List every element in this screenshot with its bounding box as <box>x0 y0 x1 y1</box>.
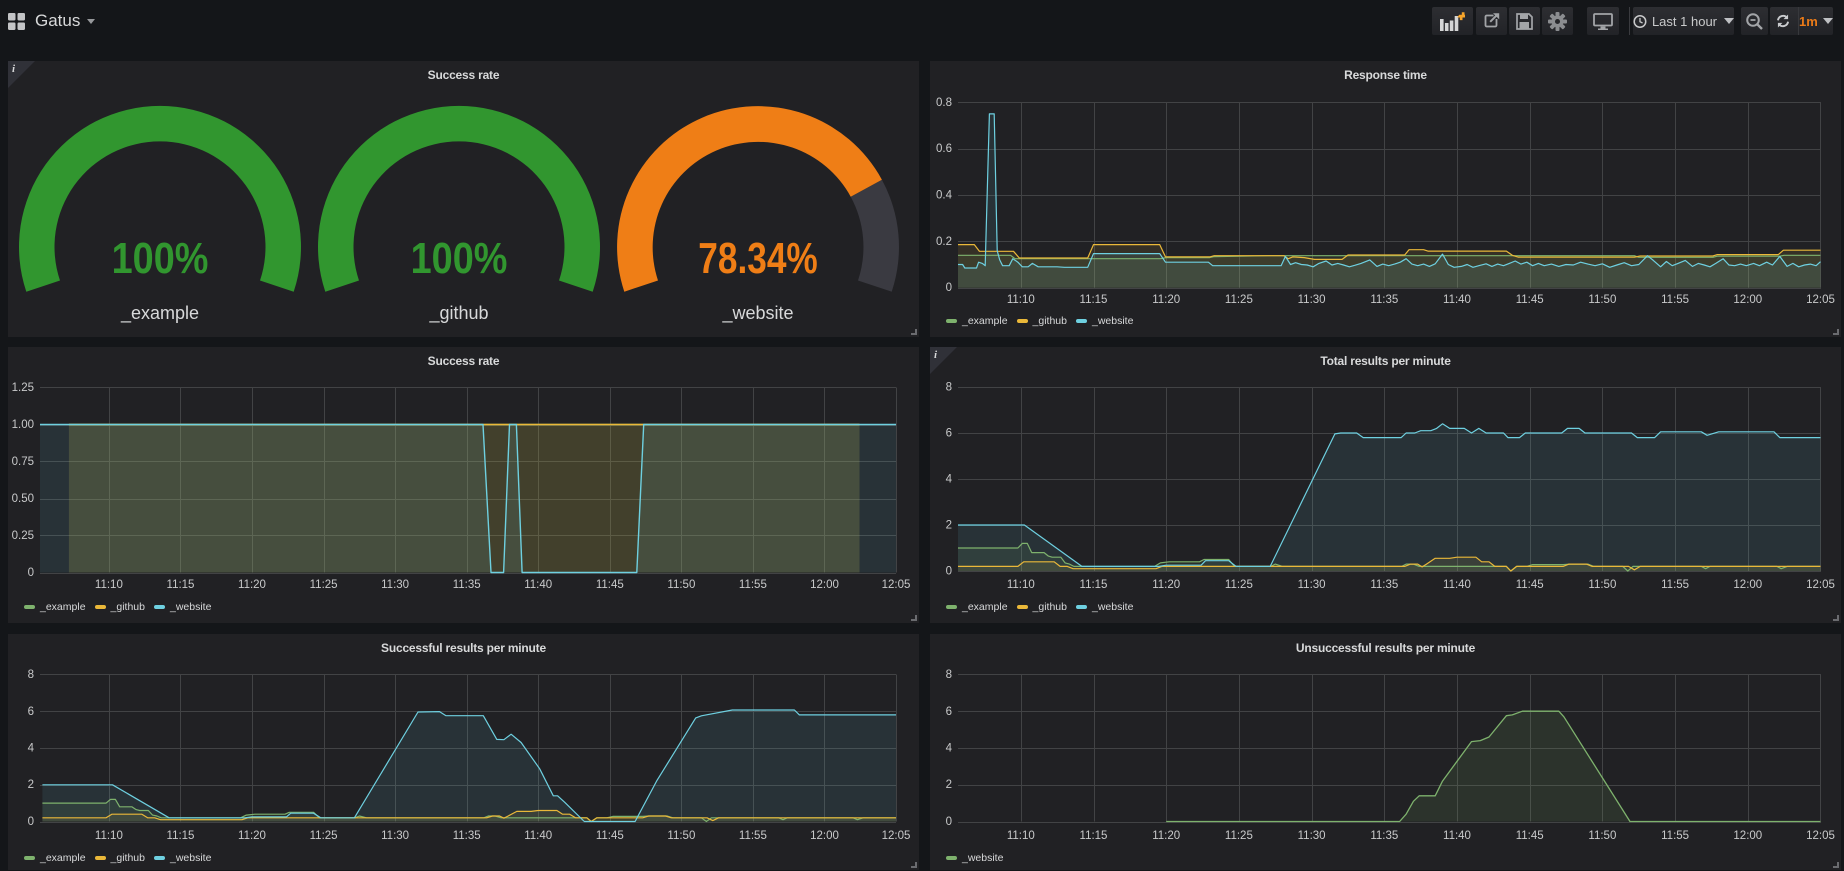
svg-text:11:10: 11:10 <box>1007 294 1035 306</box>
svg-text:11:40: 11:40 <box>1443 579 1471 591</box>
svg-text:11:25: 11:25 <box>1225 830 1253 842</box>
svg-text:78.34%: 78.34% <box>698 235 817 283</box>
svg-text:11:30: 11:30 <box>1298 830 1326 842</box>
svg-text:11:40: 11:40 <box>524 830 552 842</box>
svg-text:100%: 100% <box>112 234 209 283</box>
svg-text:_github: _github <box>428 303 488 324</box>
svg-text:11:40: 11:40 <box>1443 830 1471 842</box>
svg-text:11:35: 11:35 <box>1370 579 1398 591</box>
svg-text:12:05: 12:05 <box>882 579 911 591</box>
svg-text:12:00: 12:00 <box>810 579 839 591</box>
svg-text:0.6: 0.6 <box>936 143 952 155</box>
svg-text:11:15: 11:15 <box>1080 294 1108 306</box>
svg-text:11:25: 11:25 <box>1225 579 1253 591</box>
svg-text:11:20: 11:20 <box>1152 830 1180 842</box>
svg-text:11:10: 11:10 <box>95 579 123 591</box>
svg-text:1.25: 1.25 <box>12 382 34 394</box>
svg-text:11:15: 11:15 <box>167 579 195 591</box>
svg-text:11:15: 11:15 <box>1080 579 1108 591</box>
svg-text:4: 4 <box>28 743 35 755</box>
svg-text:12:00: 12:00 <box>1733 579 1762 591</box>
svg-text:11:20: 11:20 <box>1152 294 1180 306</box>
svg-text:11:20: 11:20 <box>1152 579 1180 591</box>
svg-text:6: 6 <box>28 706 34 718</box>
svg-text:0.8: 0.8 <box>936 97 952 109</box>
svg-text:11:10: 11:10 <box>1007 830 1035 842</box>
svg-text:0.2: 0.2 <box>936 236 952 248</box>
svg-text:11:55: 11:55 <box>739 830 767 842</box>
svg-text:12:00: 12:00 <box>1733 830 1762 842</box>
svg-text:0: 0 <box>28 567 34 579</box>
svg-text:0.75: 0.75 <box>12 456 34 468</box>
svg-text:11:25: 11:25 <box>310 579 338 591</box>
svg-text:_website: _website <box>721 303 793 324</box>
svg-text:8: 8 <box>946 382 952 394</box>
svg-text:11:30: 11:30 <box>1298 579 1326 591</box>
svg-text:11:45: 11:45 <box>1516 579 1544 591</box>
svg-text:12:00: 12:00 <box>810 830 839 842</box>
svg-text:11:50: 11:50 <box>1588 830 1616 842</box>
svg-text:11:10: 11:10 <box>1007 579 1035 591</box>
svg-text:12:05: 12:05 <box>1806 830 1835 842</box>
svg-text:11:15: 11:15 <box>1080 830 1108 842</box>
svg-text:4: 4 <box>946 743 953 755</box>
svg-text:11:45: 11:45 <box>596 579 624 591</box>
svg-text:12:05: 12:05 <box>1806 579 1835 591</box>
svg-text:12:05: 12:05 <box>882 830 911 842</box>
svg-text:11:35: 11:35 <box>1370 294 1398 306</box>
svg-text:11:55: 11:55 <box>1661 294 1689 306</box>
svg-text:0.25: 0.25 <box>12 530 34 542</box>
svg-text:11:30: 11:30 <box>1298 294 1326 306</box>
svg-text:2: 2 <box>946 779 952 791</box>
svg-text:100%: 100% <box>411 234 508 283</box>
svg-text:0: 0 <box>946 282 952 294</box>
svg-text:11:35: 11:35 <box>453 579 481 591</box>
svg-text:2: 2 <box>946 520 952 532</box>
svg-text:11:40: 11:40 <box>524 579 552 591</box>
svg-text:11:15: 11:15 <box>167 830 195 842</box>
svg-text:0.4: 0.4 <box>936 190 953 202</box>
svg-text:1.00: 1.00 <box>12 419 34 431</box>
svg-text:11:20: 11:20 <box>238 830 266 842</box>
svg-text:11:50: 11:50 <box>1588 294 1616 306</box>
svg-text:11:55: 11:55 <box>1661 830 1689 842</box>
svg-text:8: 8 <box>946 669 952 681</box>
svg-text:8: 8 <box>28 669 34 681</box>
svg-text:11:55: 11:55 <box>1661 579 1689 591</box>
svg-text:0: 0 <box>28 816 34 828</box>
svg-text:11:45: 11:45 <box>1516 830 1544 842</box>
svg-text:11:30: 11:30 <box>381 830 409 842</box>
svg-text:11:45: 11:45 <box>1516 294 1544 306</box>
svg-text:11:45: 11:45 <box>596 830 624 842</box>
svg-text:12:05: 12:05 <box>1806 294 1835 306</box>
svg-text:11:55: 11:55 <box>739 579 767 591</box>
svg-text:11:40: 11:40 <box>1443 294 1471 306</box>
svg-text:6: 6 <box>946 428 952 440</box>
svg-text:0.50: 0.50 <box>12 493 34 505</box>
svg-text:4: 4 <box>946 474 953 486</box>
svg-text:11:50: 11:50 <box>667 830 695 842</box>
svg-text:_example: _example <box>120 303 199 324</box>
svg-text:11:35: 11:35 <box>453 830 481 842</box>
svg-text:2: 2 <box>28 779 34 791</box>
svg-text:11:25: 11:25 <box>310 830 338 842</box>
svg-text:11:10: 11:10 <box>95 830 123 842</box>
svg-text:11:50: 11:50 <box>1588 579 1616 591</box>
svg-text:11:50: 11:50 <box>667 579 695 591</box>
svg-text:0: 0 <box>946 816 952 828</box>
svg-text:11:20: 11:20 <box>238 579 266 591</box>
svg-text:12:00: 12:00 <box>1733 294 1762 306</box>
svg-text:11:35: 11:35 <box>1370 830 1398 842</box>
svg-text:6: 6 <box>946 706 952 718</box>
svg-text:0: 0 <box>946 566 952 578</box>
svg-text:11:30: 11:30 <box>381 579 409 591</box>
svg-text:11:25: 11:25 <box>1225 294 1253 306</box>
